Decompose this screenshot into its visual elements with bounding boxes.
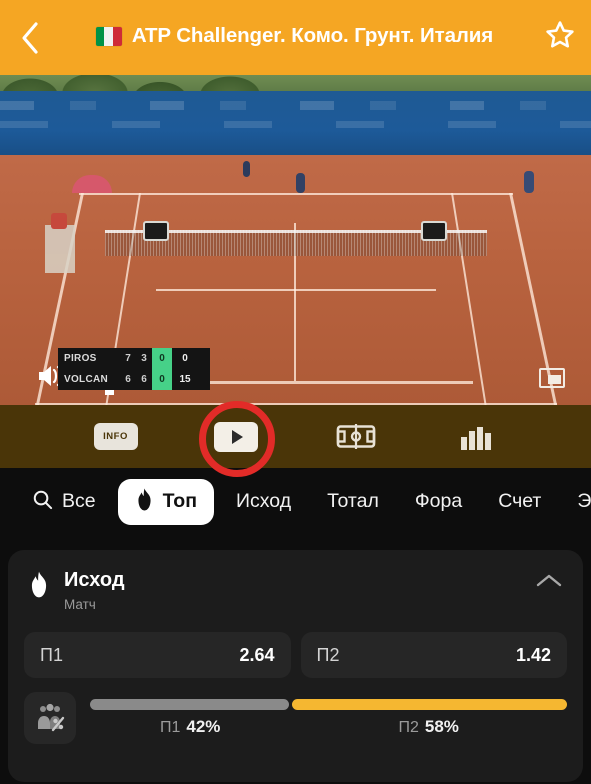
filter-tab-top[interactable]: Топ: [117, 479, 214, 525]
bar-chart-icon: [454, 422, 498, 452]
probability-label-p2: П2 58%: [290, 717, 567, 737]
filter-tab-eysy[interactable]: Эйсы: [563, 479, 591, 525]
filter-tab-label: Счет: [498, 490, 542, 513]
probability-bar: [90, 699, 567, 710]
back-button[interactable]: [0, 0, 60, 75]
video-line-judge-chair: [45, 213, 75, 273]
probability-value: 58%: [424, 717, 459, 736]
video-umpire-box-left: [143, 221, 169, 241]
odd-button-p2[interactable]: П2 1.42: [300, 632, 567, 678]
media-tab-bar: INFO: [0, 405, 591, 468]
probability-key: П1: [159, 719, 181, 736]
video-sponsor-banner: [0, 91, 591, 163]
set-score: 7: [125, 353, 131, 364]
probability-row: П1 42% П2 58%: [8, 678, 583, 744]
probability-body: П1 42% П2 58%: [90, 699, 567, 737]
odd-value: 1.42: [515, 644, 551, 665]
market-filter-tabs: Все Топ Исход Тотал Фора Счет Эйсы: [0, 468, 591, 536]
filter-tab-label: Эйсы: [577, 490, 591, 513]
probability-bar-left: [90, 699, 290, 710]
app-header: ATP Challenger. Комо. Грунт. Италия: [0, 0, 591, 75]
probability-value: 42%: [186, 717, 221, 736]
point-score: 15: [179, 374, 191, 385]
header-title-group: ATP Challenger. Комо. Грунт. Италия: [60, 0, 529, 75]
probability-label-p1: П1 42%: [90, 717, 290, 737]
filter-tab-schet[interactable]: Счет: [484, 479, 555, 525]
probability-key: П2: [398, 719, 419, 736]
chevron-up-icon: [536, 573, 562, 594]
picture-in-picture-icon: [539, 368, 565, 388]
star-outline-icon: [543, 19, 577, 57]
card-subtitle: Матч: [64, 597, 96, 612]
probability-labels: П1 42% П2 58%: [90, 717, 567, 737]
odd-label: П1: [40, 644, 63, 665]
scoreboard-row: VOLCAN 6 6 0 15: [58, 369, 210, 390]
collapse-button[interactable]: [535, 572, 563, 594]
filter-tab-vse[interactable]: Все: [18, 479, 110, 525]
game-score: 0: [152, 369, 172, 390]
info-icon: INFO: [93, 423, 138, 450]
player-name: PIROS: [64, 353, 97, 364]
odds-row: П1 2.64 П2 1.42: [8, 612, 583, 678]
point-score: 0: [182, 353, 188, 364]
video-umpire-box-right: [421, 221, 447, 241]
card-header: Исход Матч: [8, 550, 583, 612]
filter-tab-label: Все: [62, 490, 96, 513]
filter-tab-label: Фора: [414, 490, 463, 513]
info-tab[interactable]: INFO: [93, 423, 138, 450]
crowd-percent-icon: [24, 692, 76, 744]
scoreboard: PIROS 7 3 0 0 VOLCAN 6 6 0 15: [58, 348, 210, 390]
court-tab[interactable]: [334, 422, 378, 452]
page-title: ATP Challenger. Комо. Грунт. Италия: [131, 24, 494, 47]
scoreboard-row: PIROS 7 3 0 0: [58, 348, 210, 369]
search-icon: [32, 489, 53, 516]
set-score: 3: [141, 353, 147, 364]
odd-label: П2: [316, 644, 340, 665]
video-tab[interactable]: [213, 421, 258, 452]
odd-button-p1[interactable]: П1 2.64: [24, 632, 291, 678]
video-player-far: [243, 161, 250, 177]
filter-tab-ishod[interactable]: Исход: [222, 479, 305, 525]
picture-in-picture-button[interactable]: [537, 363, 567, 393]
odd-value: 2.64: [239, 644, 275, 665]
card-title: Исход: [64, 569, 125, 591]
video-player-near: [296, 173, 305, 193]
filter-tab-label: Тотал: [327, 490, 379, 513]
set-score: 6: [125, 374, 131, 385]
bet-market-card: Исход Матч П1 2.64 П2 1.42 П1 42% П2 58%: [8, 550, 583, 782]
stats-tab[interactable]: [454, 422, 498, 452]
italy-flag-icon: [95, 26, 122, 46]
card-title-group: Исход Матч: [64, 569, 125, 612]
app-root: ATP Challenger. Комо. Грунт. Италия PIRO…: [0, 0, 591, 784]
filter-tab-label: Исход: [235, 490, 292, 513]
filter-tab-fora[interactable]: Фора: [401, 479, 476, 525]
flame-icon: [135, 488, 154, 517]
favorite-button[interactable]: [529, 0, 591, 75]
court-icon: [334, 422, 378, 452]
player-name: VOLCAN: [64, 374, 109, 385]
filter-tab-total[interactable]: Тотал: [313, 479, 393, 525]
set-score: 6: [141, 374, 147, 385]
filter-tab-label: Топ: [162, 490, 197, 513]
play-icon: [213, 421, 258, 452]
probability-bar-right: [292, 699, 567, 710]
flame-icon: [28, 571, 50, 603]
chevron-left-icon: [20, 21, 40, 55]
game-score: 0: [152, 348, 172, 369]
video-spectator: [524, 171, 534, 193]
